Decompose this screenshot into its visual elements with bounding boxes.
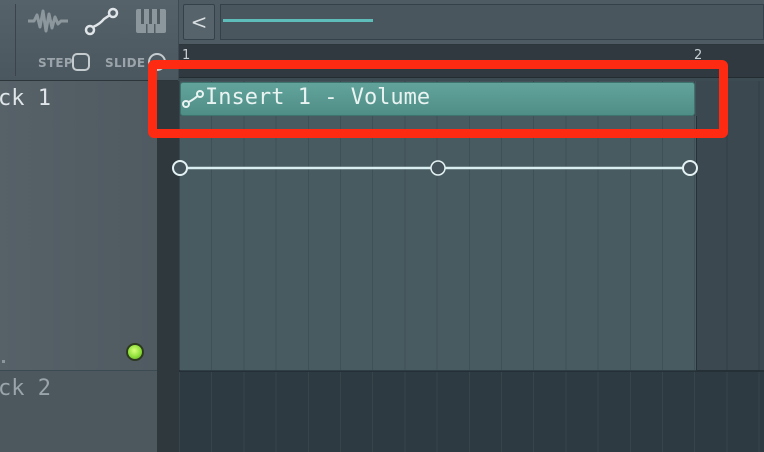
slide-label: SLIDE [105,56,146,70]
track-resize-dot [2,360,5,363]
step-label: STEP [38,56,74,70]
automation-envelope[interactable] [170,150,710,190]
audio-wave-icon[interactable] [26,6,70,36]
automation-point[interactable] [172,160,188,176]
chevron-left-icon[interactable]: < [183,4,215,40]
track-mute-button[interactable] [126,343,144,361]
automation-tension-handle[interactable] [430,160,446,176]
overview-position-indicator[interactable] [223,19,373,22]
playlist-lane-2[interactable] [179,372,764,452]
highlight-box [148,60,728,138]
track-name: ck 2 [0,376,51,401]
track-header-1[interactable] [0,81,158,370]
automation-point[interactable] [682,160,698,176]
step-toggle[interactable] [72,53,90,71]
playlist-overview-scrollbar[interactable] [220,4,764,40]
toolbar-divider [15,4,16,76]
track-name: ck 1 [0,86,51,111]
automation-curve-icon[interactable] [84,6,120,36]
piano-keys-icon[interactable] [135,8,167,34]
